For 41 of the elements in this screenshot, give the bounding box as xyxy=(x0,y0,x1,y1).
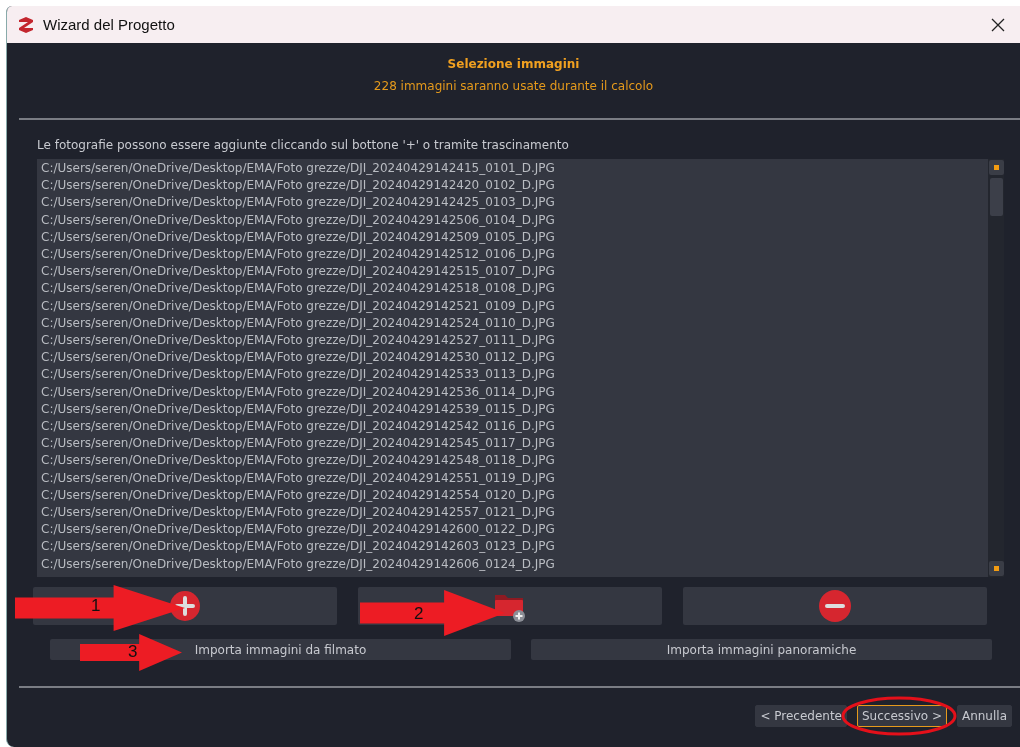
file-list-item[interactable]: C:/Users/seren/OneDrive/Desktop/EMA/Foto grezze/DJI_20240429142509_0105_D.JPG xyxy=(41,228,988,246)
remove-icon xyxy=(819,590,851,622)
file-list-item[interactable]: C:/Users/seren/OneDrive/Desktop/EMA/Foto grezze/DJI_20240429142600_0122_D.JPG xyxy=(41,521,988,539)
file-list-item[interactable]: C:/Users/seren/OneDrive/Desktop/EMA/Foto grezze/DJI_20240429142603_0123_D.JPG xyxy=(41,538,988,556)
annotation-number: 3 xyxy=(128,642,138,662)
file-list-item[interactable]: C:/Users/seren/OneDrive/Desktop/EMA/Foto grezze/DJI_20240429142415_0101_D.JPG xyxy=(41,160,988,178)
file-list-item[interactable]: C:/Users/seren/OneDrive/Desktop/EMA/Foto grezze/DJI_20240429142512_0106_D.JPG xyxy=(41,246,988,264)
wizard-button[interactable]: < Precedente xyxy=(755,705,847,727)
annotation-number: 1 xyxy=(91,596,101,616)
file-list-item[interactable]: C:/Users/seren/OneDrive/Desktop/EMA/Foto grezze/DJI_20240429142506_0104_D.JPG xyxy=(41,211,988,229)
file-list-item[interactable]: C:/Users/seren/OneDrive/Desktop/EMA/Foto grezze/DJI_20240429142524_0110_D.JPG xyxy=(41,314,988,333)
add-icon xyxy=(170,591,200,621)
app-logo-icon xyxy=(17,15,35,34)
file-list-item[interactable]: C:/Users/seren/OneDrive/Desktop/EMA/Foto grezze/DJI_20240429142518_0108_D.JPG xyxy=(41,280,988,298)
file-list-item[interactable]: C:/Users/seren/OneDrive/Desktop/EMA/Foto grezze/DJI_20240429142606_0124_D.JPG xyxy=(41,555,988,573)
file-list-item[interactable]: C:/Users/seren/OneDrive/Desktop/EMA/Foto grezze/DJI_20240429142515_0107_D.JPG xyxy=(41,263,988,281)
file-list-item[interactable]: C:/Users/seren/OneDrive/Desktop/EMA/Foto grezze/DJI_20240429142539_0115_D.JPG xyxy=(41,400,988,419)
file-list-item[interactable]: C:/Users/seren/OneDrive/Desktop/EMA/Foto grezze/DJI_20240429142545_0117_D.JPG xyxy=(41,435,988,453)
step-subtitle: 228 immagini saranno usate durante il calcolo xyxy=(373,79,654,93)
file-list-item[interactable]: C:/Users/seren/OneDrive/Desktop/EMA/Foto grezze/DJI_20240429142536_0114_D.JPG xyxy=(41,383,988,401)
file-list-item[interactable]: C:/Users/seren/OneDrive/Desktop/EMA/Foto grezze/DJI_20240429142551_0119_D.JPG xyxy=(41,469,988,487)
wizard-button[interactable]: Successivo > xyxy=(857,705,947,727)
annotation-number: 2 xyxy=(414,604,424,624)
window-title: Wizard del Progetto xyxy=(43,16,176,33)
file-list-item[interactable]: C:/Users/seren/OneDrive/Desktop/EMA/Foto grezze/DJI_20240429142420_0102_D.JPG xyxy=(41,177,988,195)
instruction-text: Le fotografie possono essere aggiunte cliccando sul bottone '+' o tramite trascinamento xyxy=(37,138,570,152)
wizard-button[interactable]: Annulla xyxy=(956,705,1012,727)
file-list-item[interactable]: C:/Users/seren/OneDrive/Desktop/EMA/Foto grezze/DJI_20240429142548_0118_D.JPG xyxy=(41,452,988,470)
file-list-item[interactable]: C:/Users/seren/OneDrive/Desktop/EMA/Foto grezze/DJI_20240429142425_0103_D.JPG xyxy=(41,194,988,212)
file-list-item[interactable]: C:/Users/seren/OneDrive/Desktop/EMA/Foto grezze/DJI_20240429142533_0113_D.JPG xyxy=(41,366,988,384)
file-list-item[interactable]: C:/Users/seren/OneDrive/Desktop/EMA/Foto grezze/DJI_20240429142557_0121_D.JPG xyxy=(41,504,988,522)
file-list-item[interactable]: C:/Users/seren/OneDrive/Desktop/EMA/Foto grezze/DJI_20240429142542_0116_D.JPG xyxy=(41,418,988,436)
file-list-item[interactable]: C:/Users/seren/OneDrive/Desktop/EMA/Foto grezze/DJI_20240429142530_0112_D.JPG xyxy=(41,349,988,367)
import-button[interactable]: Importa immagini panoramiche xyxy=(531,639,992,660)
close-icon xyxy=(991,17,1005,32)
step-title: Selezione immagini xyxy=(447,57,580,71)
remove-button[interactable] xyxy=(683,587,987,625)
file-list-item[interactable]: C:/Users/seren/OneDrive/Desktop/EMA/Foto grezze/DJI_20240429142554_0120_D.JPG xyxy=(41,486,988,505)
file-list-item[interactable]: C:/Users/seren/OneDrive/Desktop/EMA/Foto grezze/DJI_20240429142527_0111_D.JPG xyxy=(41,332,988,350)
file-list-item[interactable]: C:/Users/seren/OneDrive/Desktop/EMA/Foto grezze/DJI_20240429142521_0109_D.JPG xyxy=(41,297,988,315)
scrollbar[interactable] xyxy=(988,159,1004,577)
